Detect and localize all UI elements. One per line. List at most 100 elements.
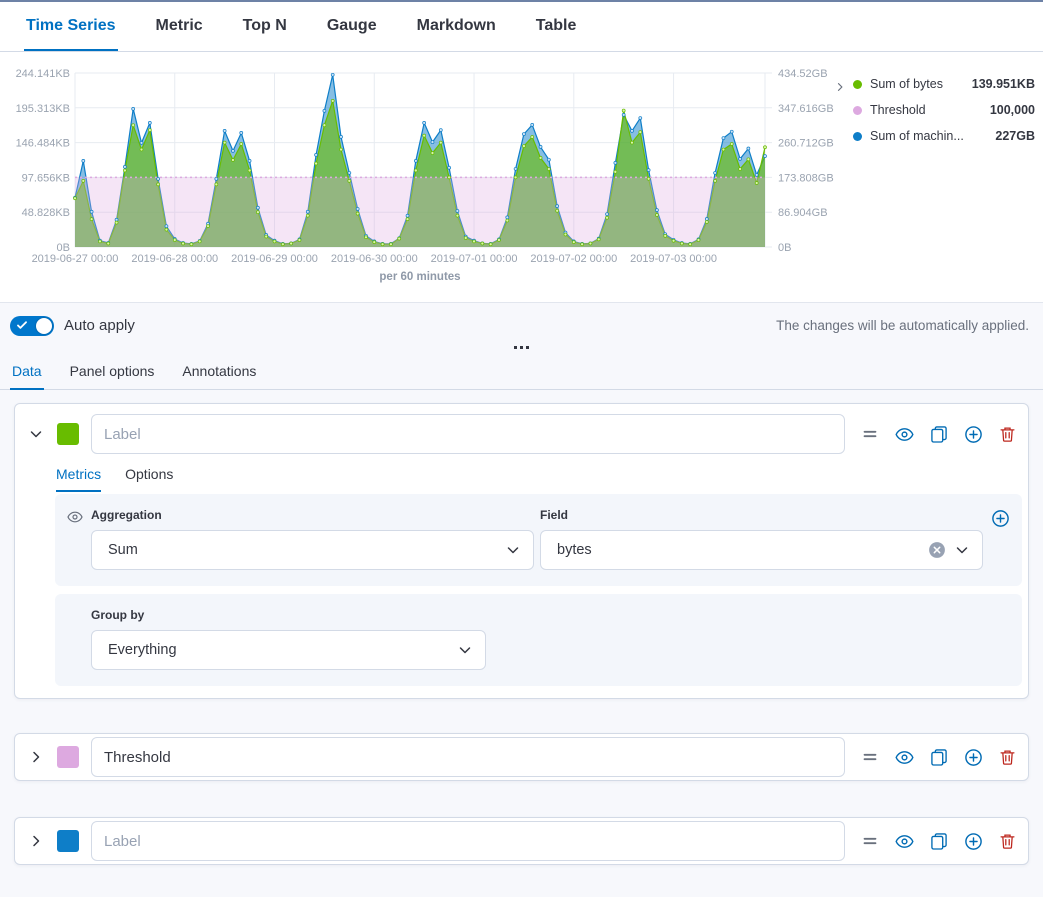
add-series-icon[interactable] <box>964 832 983 851</box>
svg-text:2019-07-03 00:00: 2019-07-03 00:00 <box>630 253 717 265</box>
clear-field-icon[interactable] <box>928 541 946 559</box>
group-by-select[interactable]: Everything <box>91 630 486 670</box>
group-by-value: Everything <box>108 642 457 658</box>
svg-text:2019-06-27 00:00: 2019-06-27 00:00 <box>32 253 119 265</box>
eye-icon[interactable] <box>895 748 914 767</box>
svg-text:173.808GB: 173.808GB <box>778 172 834 184</box>
svg-text:0B: 0B <box>778 242 791 254</box>
toggle-knob <box>36 318 52 334</box>
svg-text:86.904GB: 86.904GB <box>778 207 828 219</box>
tab-metrics[interactable]: Metrics <box>56 466 101 492</box>
delete-series-icon[interactable] <box>999 426 1016 443</box>
delete-series-icon[interactable] <box>999 749 1016 766</box>
legend-value: 227GB <box>995 129 1035 143</box>
add-metric-icon[interactable] <box>991 509 1010 528</box>
clone-series-icon[interactable] <box>930 425 948 443</box>
drag-handle-icon[interactable] <box>861 426 879 442</box>
legend-dot-pink <box>853 106 862 115</box>
expand-chevron-right-icon[interactable] <box>27 748 45 766</box>
series-actions <box>861 425 1016 444</box>
toggle-check-icon <box>17 321 27 330</box>
tab-time-series[interactable]: Time Series <box>24 2 118 51</box>
group-by-row: Group by Everything <box>55 594 1022 686</box>
auto-apply-bar: Auto apply The changes will be automatic… <box>0 303 1043 339</box>
series-panel-3 <box>14 817 1029 865</box>
tab-table[interactable]: Table <box>534 2 579 51</box>
legend-item-sum-of-machine-ram[interactable]: Sum of machin... 227GB <box>853 123 1035 149</box>
tab-markdown[interactable]: Markdown <box>415 2 498 51</box>
auto-apply-toggle[interactable] <box>10 316 54 336</box>
field-combobox[interactable]: bytes <box>540 530 983 570</box>
legend-label: Sum of machin... <box>870 129 989 143</box>
drag-handle-icon[interactable] <box>861 833 879 849</box>
tab-metric[interactable]: Metric <box>154 2 205 51</box>
auto-apply-note: The changes will be automatically applie… <box>776 318 1029 333</box>
tab-options[interactable]: Options <box>125 466 173 492</box>
legend-item-sum-of-bytes[interactable]: Sum of bytes 139.951KB <box>853 71 1035 97</box>
tab-gauge[interactable]: Gauge <box>325 2 379 51</box>
svg-text:per 60 minutes: per 60 minutes <box>379 271 460 283</box>
tab-top-n[interactable]: Top N <box>241 2 289 51</box>
series-panel-2 <box>14 733 1029 781</box>
svg-text:146.484KB: 146.484KB <box>16 138 70 150</box>
series-color-swatch[interactable] <box>57 423 79 445</box>
svg-text:2019-06-30 00:00: 2019-06-30 00:00 <box>331 253 418 265</box>
panel-editor: Auto apply The changes will be automatic… <box>0 302 1043 897</box>
svg-text:2019-07-01 00:00: 2019-07-01 00:00 <box>431 253 518 265</box>
svg-text:195.313KB: 195.313KB <box>16 103 70 115</box>
svg-text:244.141KB: 244.141KB <box>16 68 70 80</box>
legend-dot-green <box>853 80 862 89</box>
series-actions <box>861 748 1016 767</box>
aggregation-label: Aggregation <box>91 508 534 522</box>
group-by-label: Group by <box>91 608 1010 622</box>
panel-resize-handle[interactable] <box>0 339 1043 355</box>
clone-series-icon[interactable] <box>930 832 948 850</box>
svg-text:2019-06-29 00:00: 2019-06-29 00:00 <box>231 253 318 265</box>
delete-series-icon[interactable] <box>999 833 1016 850</box>
svg-text:97.656KB: 97.656KB <box>22 172 70 184</box>
legend-collapse-chevron-icon[interactable] <box>831 78 849 96</box>
tab-data[interactable]: Data <box>10 357 44 390</box>
series-actions <box>861 832 1016 851</box>
drag-handle-icon[interactable] <box>861 749 879 765</box>
legend-item-threshold[interactable]: Threshold 100,000 <box>853 97 1035 123</box>
metric-row: Aggregation Sum Field bytes <box>55 494 1022 586</box>
eye-icon[interactable] <box>895 832 914 851</box>
expand-chevron-right-icon[interactable] <box>27 832 45 850</box>
series-label-input[interactable] <box>91 821 845 861</box>
series-color-swatch[interactable] <box>57 830 79 852</box>
series-list: Metrics Options Aggregation Sum <box>0 390 1043 885</box>
series-label-input[interactable] <box>91 737 845 777</box>
chevron-down-icon <box>954 542 970 558</box>
editor-tab-bar: Data Panel options Annotations <box>0 355 1043 390</box>
add-series-icon[interactable] <box>964 748 983 767</box>
aggregation-value: Sum <box>108 542 505 558</box>
visualization-tab-bar: Time Series Metric Top N Gauge Markdown … <box>0 2 1043 52</box>
field-label: Field <box>540 508 983 522</box>
chart-legend: Sum of bytes 139.951KB Threshold 100,000… <box>853 71 1035 149</box>
chevron-down-icon <box>457 642 473 658</box>
legend-value: 139.951KB <box>972 77 1035 91</box>
series-color-swatch[interactable] <box>57 746 79 768</box>
tab-annotations[interactable]: Annotations <box>180 357 258 390</box>
series-header <box>15 818 1028 864</box>
metric-eye-icon[interactable] <box>67 509 83 525</box>
tab-panel-options[interactable]: Panel options <box>68 357 157 390</box>
aggregation-select[interactable]: Sum <box>91 530 534 570</box>
svg-text:2019-07-02 00:00: 2019-07-02 00:00 <box>530 253 617 265</box>
svg-text:260.712GB: 260.712GB <box>778 138 834 150</box>
eye-icon[interactable] <box>895 425 914 444</box>
legend-dot-blue <box>853 132 862 141</box>
svg-text:347.616GB: 347.616GB <box>778 103 834 115</box>
series-panel-1: Metrics Options Aggregation Sum <box>14 403 1029 699</box>
collapse-chevron-down-icon[interactable] <box>27 425 45 443</box>
svg-text:434.52GB: 434.52GB <box>778 68 828 80</box>
clone-series-icon[interactable] <box>930 748 948 766</box>
series-header <box>15 404 1028 464</box>
series-label-input[interactable] <box>91 414 845 454</box>
legend-value: 100,000 <box>990 103 1035 117</box>
add-series-icon[interactable] <box>964 425 983 444</box>
field-value: bytes <box>557 542 928 558</box>
chevron-down-icon <box>505 542 521 558</box>
svg-text:48.828KB: 48.828KB <box>22 207 70 219</box>
